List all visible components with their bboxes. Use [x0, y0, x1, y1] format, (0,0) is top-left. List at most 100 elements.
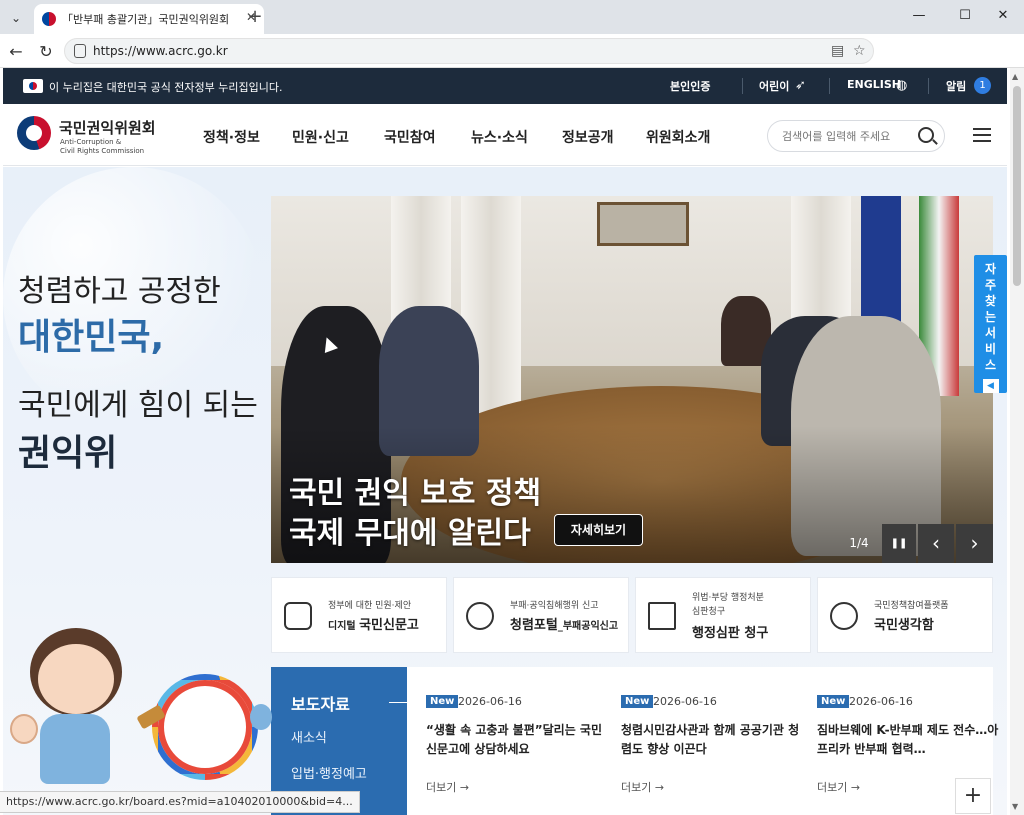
- news-more-link[interactable]: 더보기 →: [817, 779, 860, 795]
- maximize-icon[interactable]: ☐: [950, 8, 980, 23]
- browser-tab-bar: ⌄ 「반부패 총괄기관」국민권익위원회 ✕ + — ☐ ✕: [0, 0, 1024, 34]
- gov-banner: 이 누리집은 대한민국 공식 전자정부 누리집입니다. 본인인증 어린이 ➶ E…: [3, 68, 1007, 104]
- url-text: https://www.acrc.go.kr: [93, 44, 228, 58]
- quick-card-sub: 국민정책참여플랫폼: [874, 601, 949, 611]
- news-more-link[interactable]: 더보기 →: [426, 779, 469, 795]
- all-menu-icon[interactable]: [973, 128, 991, 142]
- scroll-up-icon[interactable]: ▲: [1012, 72, 1018, 81]
- site-favicon-icon: [42, 12, 56, 26]
- nav-participation[interactable]: 국민참여: [384, 127, 436, 147]
- nav-about[interactable]: 위원회소개: [646, 127, 710, 147]
- hand-plant-icon: [466, 602, 494, 630]
- quick-card-epeople[interactable]: 정부에 대한 민원·제안 디지털 국민신문고: [271, 577, 447, 653]
- scrollbar-thumb[interactable]: [1013, 86, 1021, 286]
- korea-flag-icon: [23, 79, 43, 93]
- url-field[interactable]: https://www.acrc.go.kr ▤ ☆: [64, 38, 874, 64]
- slogan-line2: 대한민국,: [18, 317, 165, 358]
- new-badge: New: [426, 695, 459, 708]
- tab-press-release[interactable]: 보도자료: [291, 691, 350, 715]
- news-date: 2026-06-16: [653, 695, 717, 708]
- news-more-link[interactable]: 더보기 →: [621, 779, 664, 795]
- nav-news[interactable]: 뉴스·소식: [471, 127, 528, 147]
- search-input[interactable]: [782, 127, 902, 145]
- slide-title-line1: 국민 권익 보호 정책: [289, 476, 542, 511]
- kids-link[interactable]: 어린이: [759, 78, 789, 94]
- back-arrow-icon[interactable]: ←: [6, 42, 26, 61]
- nav-policy-info[interactable]: 정책·정보: [203, 127, 260, 147]
- quick-card-sub2: 심판청구: [692, 607, 726, 617]
- lock-icon: [74, 44, 86, 58]
- new-tab-plus-icon[interactable]: +: [244, 6, 266, 28]
- status-bar-url: https://www.acrc.go.kr/board.es?mid=a104…: [0, 791, 360, 813]
- favorite-services-tab[interactable]: 자주찾는서비스 ◀: [974, 255, 1007, 393]
- new-badge: New: [621, 695, 654, 708]
- logo-subtitle-line2: Civil Rights Commission: [60, 147, 145, 155]
- favorite-services-label: 자주찾는서비스: [984, 262, 997, 372]
- minimize-icon[interactable]: —: [904, 8, 934, 23]
- quick-card-title: 행정심판 청구: [692, 626, 769, 641]
- news-headline[interactable]: 청렴시민감사관과 함께 공공기관 청렴도 향상 이끈다: [621, 721, 803, 759]
- quick-card-admin-appeal[interactable]: 위법·부당 행정처분 심판청구 행정심판 청구: [635, 577, 811, 653]
- globe-icon: ◍: [896, 78, 908, 93]
- quick-card-title: 디지털 국민신문고: [328, 614, 419, 633]
- mascot-character-ball: [136, 674, 278, 804]
- quick-card-title: 청렴포털_부패공익신고: [510, 614, 618, 633]
- page-scrollbar[interactable]: ▲ ▼: [1010, 68, 1024, 815]
- slide-title-line2: 국제 무대에 알린다: [289, 516, 531, 551]
- quick-card-citizen-idea[interactable]: 국민정책참여플랫폼 국민생각함: [817, 577, 993, 653]
- slide-counter: 1/4: [849, 536, 869, 550]
- rocket-icon: ➶: [795, 78, 806, 93]
- main-slide-image[interactable]: 국민 권익 보호 정책 국제 무대에 알린다 자세히보기 1/4 ❚❚ ‹ ›: [271, 196, 993, 563]
- page-viewport: 이 누리집은 대한민국 공식 전자정부 누리집입니다. 본인인증 어린이 ➶ E…: [0, 68, 1010, 815]
- slide-pause-icon[interactable]: ❚❚: [882, 524, 916, 563]
- news-headline[interactable]: “생활 속 고충과 불편”달리는 국민신문고에 상담하세요: [426, 721, 608, 759]
- news-date: 2026-06-16: [849, 695, 913, 708]
- gov-banner-text: 이 누리집은 대한민국 공식 전자정부 누리집입니다.: [49, 81, 283, 94]
- nav-disclosure[interactable]: 정보공개: [562, 127, 614, 147]
- tab-title: 「반부패 총괄기관」국민권익위원회: [62, 13, 230, 26]
- slogan-line4: 권익위: [18, 433, 118, 474]
- new-badge: New: [817, 695, 850, 708]
- search-box: [767, 120, 945, 152]
- quick-card-title-prefix: 디지털: [328, 621, 360, 632]
- identity-verify-link[interactable]: 본인인증: [670, 78, 710, 94]
- refresh-icon[interactable]: ↻: [36, 42, 56, 61]
- reader-view-icon[interactable]: ▤: [831, 43, 844, 59]
- divider: [928, 78, 929, 94]
- tab-list-chevron-icon[interactable]: ⌄: [6, 8, 26, 28]
- alerts-link[interactable]: 알림: [946, 78, 966, 94]
- tab-legislation-notice[interactable]: 입법·행정예고: [291, 763, 367, 782]
- nav-complaint-report[interactable]: 민원·신고: [292, 127, 349, 147]
- scroll-down-icon[interactable]: ▼: [1012, 802, 1018, 811]
- news-plus-button[interactable]: +: [955, 778, 991, 814]
- slogan-line1: 청렴하고 공정한: [18, 274, 221, 309]
- lightbulb-icon: [830, 602, 858, 630]
- favorite-star-icon[interactable]: ☆: [853, 43, 866, 59]
- slide-more-button[interactable]: 자세히보기: [554, 514, 643, 546]
- slide-next-icon[interactable]: ›: [956, 524, 993, 563]
- quick-card-clean-portal[interactable]: 부패·공익침해행위 신고 청렴포털_부패공익신고: [453, 577, 629, 653]
- browser-tab[interactable]: 「반부패 총괄기관」국민권익위원회 ✕: [34, 4, 264, 34]
- window-close-icon[interactable]: ✕: [988, 8, 1018, 23]
- mascot-ball-face: [166, 688, 244, 766]
- expand-arrow-icon: ◀: [982, 379, 999, 393]
- tab-news[interactable]: 새소식: [291, 727, 327, 746]
- search-icon[interactable]: [918, 127, 934, 143]
- divider: [829, 78, 830, 94]
- government-building-icon: [648, 602, 676, 630]
- quick-card-title: 국민생각함: [874, 618, 934, 633]
- slide-prev-icon[interactable]: ‹: [918, 524, 954, 563]
- thumbs-up-icon: [10, 714, 38, 744]
- alert-count-badge: 1: [974, 77, 991, 94]
- mascot-character-girl: [10, 628, 130, 788]
- browser-address-bar: ← ↻ https://www.acrc.go.kr ▤ ☆ ··· 채팅: [0, 34, 1024, 95]
- news-date: 2026-06-16: [458, 695, 522, 708]
- quick-card-sub: 부패·공익침해행위 신고: [510, 601, 599, 611]
- news-section: 보도자료 새소식 입법·행정예고 New 2026-06-16 “생활 속 고충…: [271, 667, 998, 815]
- logo-title[interactable]: 국민권익위원회: [59, 117, 156, 138]
- acrc-logo-icon[interactable]: [17, 116, 51, 150]
- english-link[interactable]: ENGLISH: [847, 78, 901, 91]
- mascot-face: [38, 644, 114, 714]
- news-headline[interactable]: 짐바브웨에 K-반부패 제도 전수…아프리카 반부패 협력…: [817, 721, 999, 759]
- quick-card-sub: 위법·부당 행정처분: [692, 593, 764, 603]
